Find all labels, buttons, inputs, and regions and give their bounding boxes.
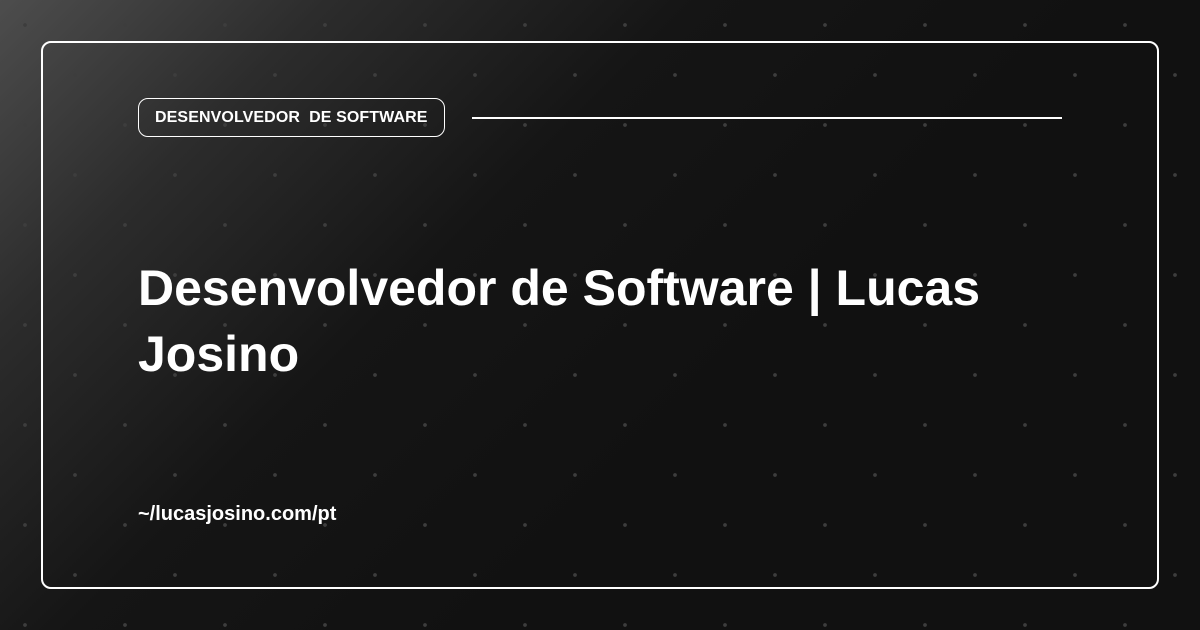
category-badge: DESENVOLVEDOR DE SOFTWARE	[138, 98, 445, 137]
category-badge-label: DESENVOLVEDOR DE SOFTWARE	[155, 108, 428, 126]
site-url: ~/lucasjosino.com/pt	[138, 503, 337, 525]
page-title: Desenvolvedor de Software | Lucas Josino	[138, 260, 981, 382]
divider-line	[472, 117, 1062, 119]
